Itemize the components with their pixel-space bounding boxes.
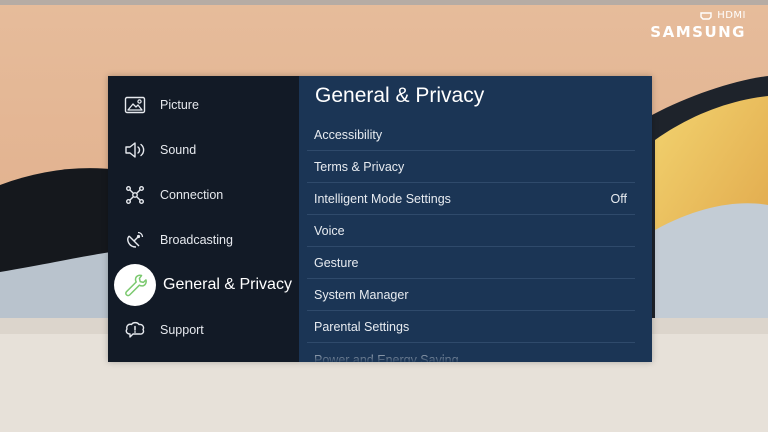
menu-item-label: Power and Energy Saving xyxy=(314,352,459,363)
menu-item-label: Accessibility xyxy=(314,127,383,142)
sidebar-item-label: Connection xyxy=(160,188,224,202)
menu-item-accessibility[interactable]: Accessibility xyxy=(307,119,635,151)
samsung-logo: SAMSUNG xyxy=(650,23,746,41)
wrench-icon xyxy=(114,264,156,306)
menu-item-label: Intelligent Mode Settings xyxy=(314,191,451,206)
menu-item-value: Off xyxy=(610,191,627,206)
sidebar-item-label: Broadcasting xyxy=(160,233,233,247)
picture-icon xyxy=(121,91,149,119)
settings-submenu: General & Privacy Accessibility Terms & … xyxy=(299,76,652,362)
menu-item-intelligent-mode-settings[interactable]: Intelligent Mode Settings Off xyxy=(307,183,635,215)
connection-icon xyxy=(121,181,149,209)
sidebar-item-label: Support xyxy=(160,323,204,337)
hdmi-port-icon xyxy=(700,12,712,20)
sidebar-item-label: General & Privacy xyxy=(163,276,292,293)
sidebar-item-picture[interactable]: Picture xyxy=(108,85,299,125)
sidebar-item-general-privacy[interactable]: General & Privacy xyxy=(108,264,299,306)
menu-item-label: Terms & Privacy xyxy=(314,159,405,174)
sidebar-item-label: Sound xyxy=(160,143,197,157)
brand-badge: HDMI SAMSUNG xyxy=(650,10,746,41)
sidebar-item-connection[interactable]: Connection xyxy=(108,175,299,215)
menu-item-label: Parental Settings xyxy=(314,319,410,334)
source-label: HDMI xyxy=(717,10,746,21)
page-title: General & Privacy xyxy=(315,84,485,107)
sound-icon xyxy=(121,136,149,164)
hdmi-source: HDMI xyxy=(650,10,746,22)
menu-item-label: Gesture xyxy=(314,255,359,270)
tv-screen: HDMI SAMSUNG Picture Sound Connection Br… xyxy=(0,0,768,432)
settings-sidebar: Picture Sound Connection Broadcasting Ge… xyxy=(108,76,299,362)
broadcasting-icon xyxy=(121,226,149,254)
sidebar-item-support[interactable]: Support xyxy=(108,310,299,350)
settings-menu: Picture Sound Connection Broadcasting Ge… xyxy=(108,76,652,362)
sidebar-item-broadcasting[interactable]: Broadcasting xyxy=(108,220,299,260)
sidebar-item-sound[interactable]: Sound xyxy=(108,130,299,170)
menu-item-voice[interactable]: Voice xyxy=(307,215,635,247)
sidebar-item-label: Picture xyxy=(160,98,199,112)
menu-item-terms-privacy[interactable]: Terms & Privacy xyxy=(307,151,635,183)
menu-item-label: Voice xyxy=(314,223,345,238)
menu-item-system-manager[interactable]: System Manager xyxy=(307,279,635,311)
menu-item-label: System Manager xyxy=(314,287,409,302)
menu-item-parental-settings[interactable]: Parental Settings xyxy=(307,311,635,343)
support-icon xyxy=(121,316,149,344)
menu-item-power-energy-saving[interactable]: Power and Energy Saving xyxy=(307,344,635,363)
menu-item-gesture[interactable]: Gesture xyxy=(307,247,635,279)
